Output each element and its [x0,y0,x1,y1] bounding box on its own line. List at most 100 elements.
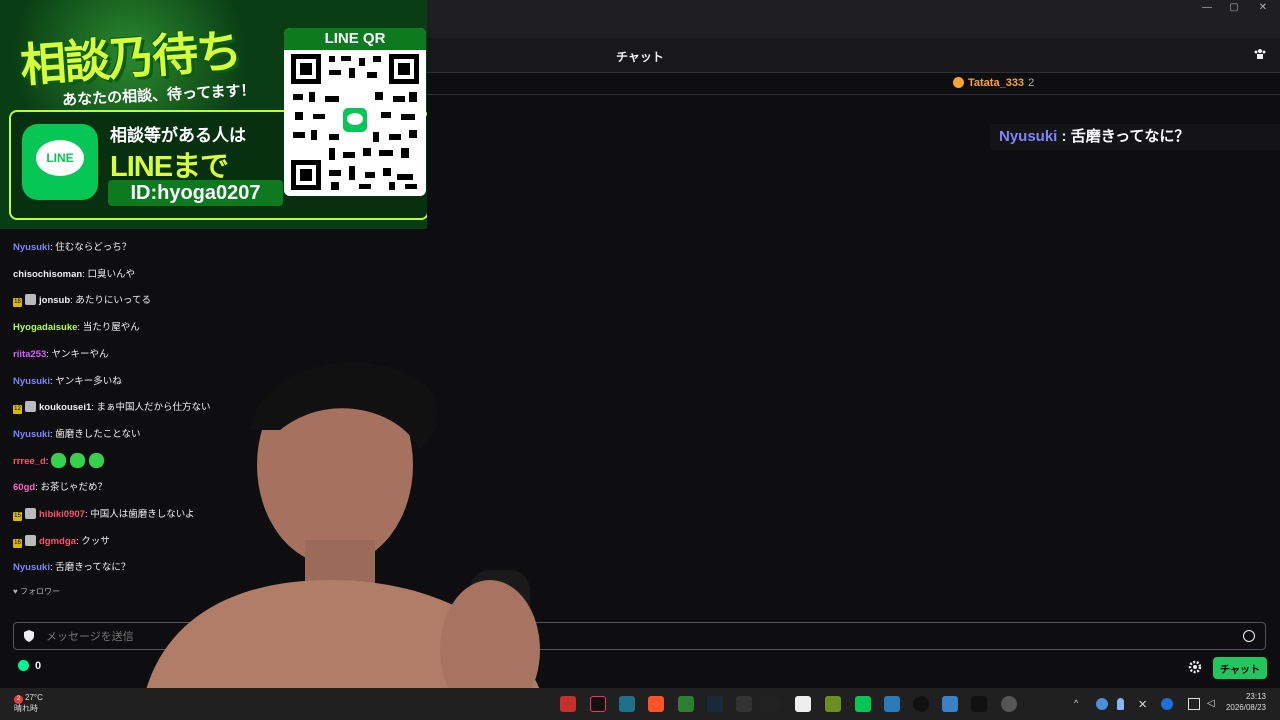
chat-message: Nyusuki: ヤンキー多いね [13,373,122,387]
weather-desc: 晴れ時 [14,704,38,713]
weather-temp: 27°C [25,693,43,702]
line-logo-icon: LINE [22,124,98,200]
chat-text: : ヤンキー多いね [49,375,122,387]
channel-points[interactable]: 0 [18,660,41,672]
chat-message: chisochisoman: 口臭いんや [13,266,135,280]
chat-text: : お茶じゃだめ？ [35,482,107,494]
app-icon-14[interactable] [942,696,958,712]
highlight-username: Nyusuki [999,128,1058,145]
app-tray-icon[interactable] [1161,698,1173,710]
steam-icon[interactable] [707,696,723,712]
tiktok-icon[interactable] [590,696,606,712]
chat-username[interactable]: rrree_d [13,456,46,467]
chat-text: : 舌磨きってなに？ [49,562,131,574]
app-icon-12[interactable] [884,696,900,712]
chat-message: rrree_d: [13,452,108,468]
chat-message: 18 jonsub: あたりにいってる [13,292,151,308]
line-app-icon[interactable] [855,696,871,712]
highlight-separator: : [1057,128,1071,145]
emote-icon[interactable] [89,452,105,468]
chat-username[interactable]: koukousei1 [39,402,91,413]
chat-message: Nyusuki: 歯磨きしたことない [13,426,140,440]
app-icon-3[interactable] [619,696,635,712]
chat-username[interactable]: Nyusuki [13,562,50,573]
app-icon-7[interactable] [736,696,752,712]
chat-username[interactable]: hibiki0907 [39,509,85,520]
app-icon-9[interactable] [795,696,811,712]
highlighted-message: Nyusuki : 舌磨きってなに？ [990,124,1280,150]
bluetooth-icon[interactable]: ✕ [1138,698,1150,711]
chat-username[interactable]: riita253 [13,349,46,360]
heart-icon: ♥ [13,587,18,596]
chat-text: : 当たり屋やん [77,322,140,334]
onedrive-icon[interactable] [1096,698,1108,710]
coin-icon [953,77,964,88]
channel-points-icon [18,660,29,671]
chat-message: 60gd: お茶じゃだめ？ [13,479,107,493]
volume-icon[interactable]: ◁ [1207,698,1219,710]
chat-message: riita253: ヤンキーやん [13,346,109,360]
obs-icon[interactable] [766,696,782,712]
chat-username[interactable]: Nyusuki [13,242,50,253]
clock-time: 23:13 [1245,692,1266,701]
avatar-badge-icon[interactable] [25,401,36,413]
avatar-badge-icon[interactable] [25,508,36,519]
minecraft-icon[interactable] [825,696,841,712]
line-promo-overlay: 相談乃待ち あなたの相談、待ってます！ LINE 相談等がある人は LINEまで… [0,0,427,229]
microphone-icon[interactable] [1117,698,1124,710]
unreal-icon[interactable] [913,696,929,712]
taskbar [0,688,1280,720]
chat-message: 16 dgmdga: クッサ [13,533,110,548]
users-icon[interactable] [1254,48,1266,60]
cheer-username: Tatata_333 [968,77,1025,89]
top-cheer[interactable]: Tatata_333 2 [953,77,1034,89]
network-icon[interactable] [1188,698,1200,710]
shield-icon[interactable] [24,630,34,642]
chat-text: : 住むならどっち？ [49,242,132,253]
cheer-count: 2 [1028,77,1035,89]
emote-picker-icon[interactable] [1243,630,1255,642]
chat-title: チャット [616,50,664,64]
chat-username[interactable]: 60gd [13,482,35,493]
qr-label: LINE QR [284,28,426,50]
app-icon-5[interactable] [678,696,694,712]
clock-date: 2026/08/23 [1225,703,1266,712]
chat-text: : 歯磨きしたことない [49,428,141,440]
app-icon-1[interactable] [560,696,576,712]
chat-message: Hyogadaisuke: 当たり屋やん [13,319,140,333]
app-icon-15[interactable] [971,696,987,712]
line-id: ID:hyoga0207 [108,180,283,206]
send-chat-button[interactable]: チャット [1213,657,1267,679]
chat-text: : ヤンキーやん [46,348,109,360]
emote-icon[interactable] [51,452,67,468]
brave-icon[interactable] [648,696,664,712]
emote-icon[interactable] [70,452,86,468]
qr-code-icon [289,52,421,192]
weather-widget[interactable]: 2 27°C 晴れ時 [14,693,43,714]
avatar-badge-icon[interactable] [25,294,36,306]
settings-app-icon[interactable] [1001,696,1017,712]
chat-message: Nyusuki: 舌磨きってなに？ [13,559,130,573]
chat-username[interactable]: Nyusuki [13,429,50,440]
chat-text: : [45,455,49,467]
subscriber-badge-icon[interactable]: 16 [13,538,22,548]
subscriber-badge-icon[interactable]: 12 [13,405,22,415]
taskbar-clock[interactable]: 23:13 2026/08/23 [1226,691,1266,713]
leaderboard-bar: Tatata_333 2 [427,73,1280,95]
gear-icon[interactable] [1188,660,1202,674]
close-button[interactable]: ✕ [1246,0,1280,18]
subscriber-badge-icon[interactable]: 15 [13,512,22,521]
chat-text: : 口臭いんや [82,268,135,280]
chat-username[interactable]: dgmdga [39,536,76,547]
line-logo-text: LINE [36,140,84,176]
avatar-badge-icon[interactable] [25,534,36,546]
chat-username[interactable]: Nyusuki [13,376,50,387]
chevron-up-icon[interactable]: ^ [1074,698,1086,710]
subscriber-badge-icon[interactable]: 18 [13,298,22,308]
chat-text: : あたりにいってる [70,295,151,307]
chat-username[interactable]: Hyogadaisuke [13,322,77,333]
follow-notice-text: フォロワー [19,587,60,596]
chat-username[interactable]: chisochisoman [13,269,82,280]
chat-username[interactable]: jonsub [39,295,70,306]
webcam-streamer [140,362,550,720]
